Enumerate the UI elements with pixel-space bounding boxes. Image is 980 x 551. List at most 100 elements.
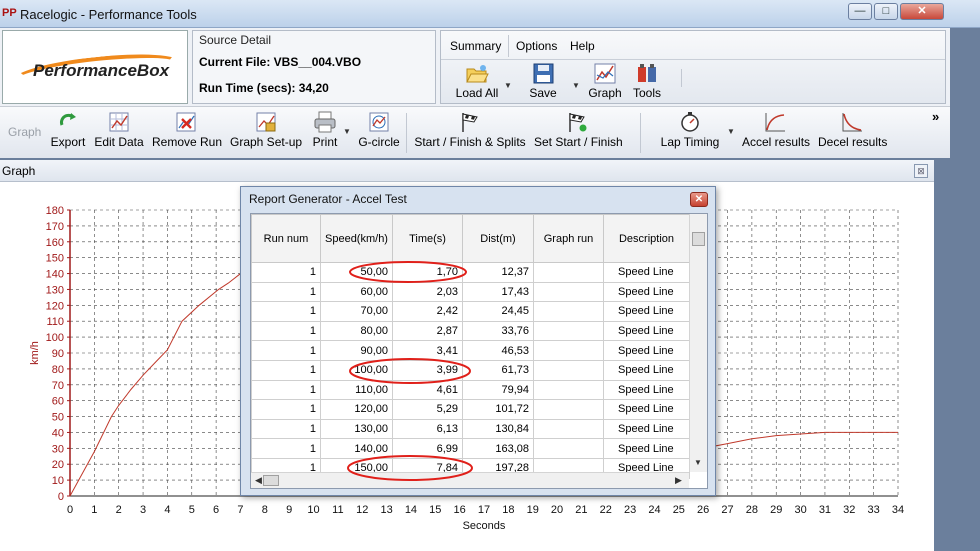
horizontal-scrollbar[interactable]: ◀ ▶: [251, 472, 689, 488]
x-tick-label: 18: [502, 504, 514, 516]
graph-button[interactable]: Graph: [587, 63, 623, 103]
table-row[interactable]: 1 80,00 2,87 33,76 Speed Line: [251, 320, 690, 342]
table-row[interactable]: 1 90,00 3,41 46,53 Speed Line: [251, 340, 690, 361]
table-row[interactable]: 1 120,00 5,29 101,72 Speed Line: [251, 399, 690, 420]
checkered-flag-icon: [462, 113, 478, 132]
y-tick-label: 130: [46, 284, 64, 296]
x-tick-label: 31: [819, 504, 831, 516]
table-row[interactable]: 1 110,00 4,61 79,94 Speed Line: [251, 379, 690, 401]
graph-setup-button[interactable]: Graph Set-up: [230, 111, 302, 157]
maximize-button[interactable]: □: [874, 3, 898, 20]
x-tick-label: 4: [164, 504, 170, 516]
horizontal-scroll-thumb[interactable]: [263, 475, 279, 486]
vertical-scrollbar[interactable]: ▼: [689, 214, 707, 472]
save-button[interactable]: Save: [525, 63, 561, 103]
cell-dist: 46,53: [462, 340, 534, 361]
load-all-dropdown-icon[interactable]: ▼: [504, 81, 512, 90]
x-tick-label: 6: [213, 504, 219, 516]
x-tick-label: 13: [380, 504, 392, 516]
y-tick-label: 170: [46, 221, 64, 233]
tools-icon: [638, 64, 656, 82]
g-circle-button[interactable]: G-circle: [357, 111, 401, 157]
save-dropdown-icon[interactable]: ▼: [572, 81, 580, 90]
print-button[interactable]: Print: [308, 111, 342, 157]
x-tick-label: 2: [116, 504, 122, 516]
remove-run-button[interactable]: Remove Run: [152, 111, 222, 157]
y-tick-label: 150: [46, 253, 64, 265]
start-finish-splits-label: Start / Finish & Splits: [414, 135, 526, 149]
x-tick-label: 8: [262, 504, 268, 516]
scroll-right-icon[interactable]: ▶: [675, 475, 682, 486]
performancebox-logo: PerformanceBox: [2, 30, 188, 104]
x-tick-label: 32: [843, 504, 855, 516]
table-row[interactable]: 1 50,00 1,70 12,37 Speed Line: [251, 262, 690, 283]
app-chrome: PerformanceBox Source Detail Current Fil…: [0, 28, 950, 158]
column-header-dist[interactable]: Dist(m): [462, 214, 534, 263]
column-header-speed[interactable]: Speed(km/h): [320, 214, 393, 263]
toolbar-overflow-icon[interactable]: »: [932, 109, 939, 124]
cell-graph-run: [533, 320, 604, 342]
cell-description: Speed Line: [603, 418, 690, 440]
cell-description: Speed Line: [603, 379, 690, 401]
vertical-scroll-thumb[interactable]: [692, 232, 705, 246]
lap-timing-label: Lap Timing: [660, 135, 720, 149]
cell-graph-run: [533, 379, 604, 401]
tools-label: Tools: [632, 86, 661, 100]
table-row[interactable]: 1 130,00 6,13 130,84 Speed Line: [251, 418, 690, 440]
close-window-button[interactable]: ✕: [900, 3, 944, 20]
column-header-run-num[interactable]: Run num: [251, 214, 321, 263]
x-tick-label: 26: [697, 504, 709, 516]
cell-speed: 60,00: [320, 281, 393, 303]
load-all-button[interactable]: Load All: [449, 63, 505, 103]
tools-button[interactable]: Tools: [629, 63, 665, 103]
x-tick-label: 34: [892, 504, 904, 516]
table-row[interactable]: 1 140,00 6,99 163,08 Speed Line: [251, 438, 690, 459]
cell-run-num: 1: [251, 418, 321, 440]
accel-results-button[interactable]: Accel results: [742, 111, 811, 157]
print-dropdown-icon[interactable]: ▼: [343, 127, 351, 136]
table-row[interactable]: 1 60,00 2,03 17,43 Speed Line: [251, 281, 690, 303]
table-row[interactable]: 1 100,00 3,99 61,73 Speed Line: [251, 359, 690, 381]
edit-data-button[interactable]: Edit Data: [94, 111, 144, 157]
folder-open-icon: [466, 65, 489, 83]
start-finish-splits-button[interactable]: Start / Finish & Splits: [414, 111, 526, 157]
graph-setup-label: Graph Set-up: [230, 135, 303, 149]
accel-results-label: Accel results: [742, 135, 811, 149]
x-tick-label: 11: [332, 504, 343, 516]
y-tick-label: 40: [52, 427, 64, 439]
scroll-left-icon[interactable]: ◀: [255, 475, 262, 486]
y-tick-label: 30: [52, 443, 64, 455]
x-tick-label: 7: [237, 504, 243, 516]
set-start-finish-label: Set Start / Finish: [534, 135, 623, 149]
report-table: Run num Speed(km/h) Time(s) Dist(m) Grap…: [251, 214, 690, 479]
dialog-close-button[interactable]: ✕: [690, 192, 708, 207]
column-header-graph-run[interactable]: Graph run: [533, 214, 604, 263]
graph-panel-header: Graph ⊠: [0, 160, 934, 182]
menu-ribbon: Summary Options Help Load All ▼ Save ▼ G…: [440, 30, 946, 104]
cell-run-num: 1: [251, 359, 321, 381]
decel-results-button[interactable]: Decel results: [818, 111, 887, 157]
column-header-time[interactable]: Time(s): [392, 214, 463, 263]
lap-timing-button[interactable]: Lap Timing: [658, 111, 722, 157]
x-tick-label: 20: [551, 504, 563, 516]
g-circle-label: G-circle: [358, 135, 400, 149]
graph-setup-icon: [256, 112, 276, 132]
cell-graph-run: [533, 262, 604, 283]
tab-summary[interactable]: Summary: [443, 35, 510, 57]
cell-dist: 17,43: [462, 281, 534, 303]
cell-run-num: 1: [251, 320, 321, 342]
tab-options[interactable]: Options: [509, 35, 564, 57]
minimize-button[interactable]: —: [848, 3, 872, 20]
scroll-down-icon[interactable]: ▼: [694, 458, 702, 467]
cell-graph-run: [533, 281, 604, 303]
lap-timing-dropdown-icon[interactable]: ▼: [727, 127, 735, 136]
column-header-description[interactable]: Description: [603, 214, 690, 263]
y-tick-label: 0: [58, 491, 64, 503]
cell-graph-run: [533, 340, 604, 361]
table-row[interactable]: 1 70,00 2,42 24,45 Speed Line: [251, 301, 690, 322]
export-button[interactable]: Export: [48, 111, 88, 157]
x-tick-label: 5: [189, 504, 195, 516]
set-start-finish-button[interactable]: Set Start / Finish: [534, 111, 623, 157]
tab-help[interactable]: Help: [563, 35, 602, 57]
graph-panel-close-button[interactable]: ⊠: [914, 164, 928, 178]
